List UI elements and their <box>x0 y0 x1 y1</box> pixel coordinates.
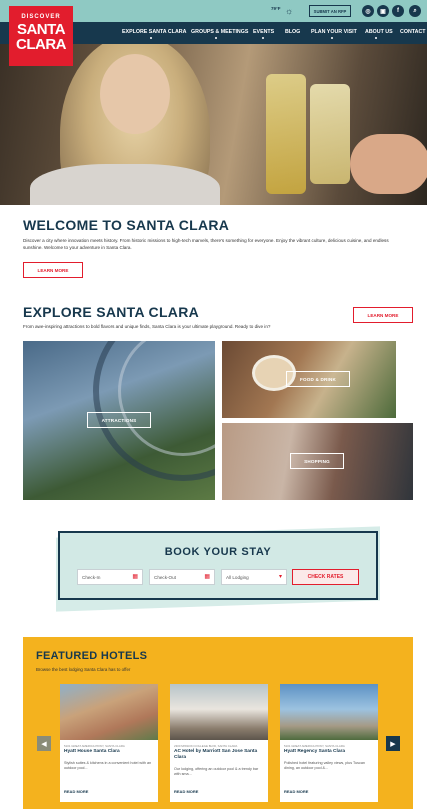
nav-groups-meetings[interactable]: GROUPS & MEETINGS <box>191 29 248 35</box>
nav-contact[interactable]: CONTACT <box>400 29 426 35</box>
read-more-link[interactable]: READ MORE <box>174 789 198 794</box>
hotel-card[interactable]: 5101 GREAT AMERICA PKWY, SANTA CLARA Hya… <box>60 684 158 802</box>
explore-learn-more-button[interactable]: LEARN MORE <box>353 307 413 323</box>
carousel-prev-button[interactable]: ◀ <box>37 736 51 751</box>
food-drink-tile[interactable]: FOOD & DRINK <box>222 341 396 418</box>
hero-glass <box>266 74 306 194</box>
chevron-down-icon: ▾ <box>278 574 282 580</box>
linkedin-icon[interactable]: ▣ <box>377 5 389 17</box>
hotel-description: Polished hotel featuring valley views, p… <box>284 761 365 771</box>
lodging-select[interactable]: All Lodging ▾ <box>221 569 287 585</box>
featured-title: FEATURED HOTELS <box>36 650 148 662</box>
hero-glass <box>310 84 350 184</box>
hotel-name[interactable]: Hyatt Regency Santa Clara <box>284 749 376 755</box>
hotel-image <box>170 684 268 740</box>
read-more-link[interactable]: READ MORE <box>284 789 308 794</box>
attractions-tile[interactable]: ATTRACTIONS <box>23 341 215 500</box>
nav-dropdown-indicator <box>331 37 333 39</box>
welcome-learn-more-button[interactable]: LEARN MORE <box>23 262 83 278</box>
nav-dropdown-indicator <box>150 37 152 39</box>
hero-hand <box>350 134 427 194</box>
nav-about[interactable]: ABOUT US <box>365 29 393 35</box>
hotel-card[interactable]: 2300 MISSION COLLEGE BLVD, SANTA CLARA A… <box>170 684 268 802</box>
hotel-address: 5101 GREAT AMERICA PKWY, SANTA CLARA <box>284 744 345 748</box>
hotel-name[interactable]: AC Hotel by Marriott San Jose Santa Clar… <box>174 749 266 760</box>
food-drink-label[interactable]: FOOD & DRINK <box>286 371 350 387</box>
booking-title: BOOK YOUR STAY <box>164 546 272 558</box>
facebook-icon[interactable]: f <box>392 5 404 17</box>
hotel-description: Stylish suites & kitchens in a convenien… <box>64 761 152 771</box>
booking-widget <box>58 531 378 600</box>
welcome-title: WELCOME TO SANTA CLARA <box>23 217 230 233</box>
hotel-image <box>60 684 158 740</box>
sun-icon: ☼ <box>285 6 294 16</box>
check-in-placeholder: Check-In <box>82 574 101 580</box>
featured-subtitle: Browse the best lodging Santa Clara has … <box>36 667 131 672</box>
hotel-address: 5101 GREAT AMERICA PKWY, SANTA CLARA <box>64 744 125 748</box>
check-in-field[interactable]: Check-In ▦ <box>77 569 143 585</box>
shopping-tile[interactable]: SHOPPING <box>222 423 413 500</box>
nav-plan-visit[interactable]: PLAN YOUR VISIT <box>311 29 357 35</box>
logo-line-3: CLARA <box>16 36 67 53</box>
check-out-field[interactable]: Check-Out ▦ <box>149 569 215 585</box>
site-logo[interactable]: DISCOVER SANTA CLARA <box>9 6 73 66</box>
hotel-image <box>280 684 378 740</box>
hero-person-face <box>100 54 170 134</box>
welcome-text: Discover a city where innovation meets h… <box>23 238 389 250</box>
check-rates-button[interactable]: CHECK RATES <box>292 569 359 585</box>
nav-blog[interactable]: BLOG <box>285 29 300 35</box>
hotel-description: Our lodging, offering an outdoor pool & … <box>174 767 259 777</box>
nav-dropdown-indicator <box>215 37 217 39</box>
hero-image <box>0 44 427 205</box>
logo-line-1: DISCOVER <box>21 14 61 20</box>
nav-dropdown-indicator <box>262 37 264 39</box>
hotel-card[interactable]: 5101 GREAT AMERICA PKWY, SANTA CLARA Hya… <box>280 684 378 802</box>
shopping-label[interactable]: SHOPPING <box>290 453 344 469</box>
read-more-link[interactable]: READ MORE <box>64 789 88 794</box>
lodging-selected-value: All Lodging <box>226 574 249 580</box>
nav-explore[interactable]: EXPLORE SANTA CLARA <box>122 29 186 35</box>
attractions-label[interactable]: ATTRACTIONS <box>87 412 151 428</box>
explore-title: EXPLORE SANTA CLARA <box>23 304 200 320</box>
hotel-address: 2300 MISSION COLLEGE BLVD, SANTA CLARA <box>174 744 238 748</box>
weather-temp: 79°F <box>271 6 281 11</box>
nav-events[interactable]: EVENTS <box>253 29 274 35</box>
check-out-placeholder: Check-Out <box>154 574 176 580</box>
hotel-name[interactable]: Hyatt House Santa Clara <box>64 749 156 755</box>
search-icon[interactable]: ⌕ <box>409 5 421 17</box>
calendar-icon: ▦ <box>132 574 138 580</box>
calendar-icon: ▦ <box>204 574 210 580</box>
instagram-icon[interactable]: ◎ <box>362 5 374 17</box>
logo-line-2: SANTA <box>16 21 66 38</box>
hero-person-shirt <box>30 164 220 205</box>
nav-dropdown-indicator <box>375 37 377 39</box>
carousel-next-button[interactable]: ▶ <box>386 736 400 751</box>
explore-text: From awe-inspiring attractions to bold f… <box>23 324 271 329</box>
submit-rfp-button[interactable]: SUBMIT AN RFP <box>309 5 351 17</box>
